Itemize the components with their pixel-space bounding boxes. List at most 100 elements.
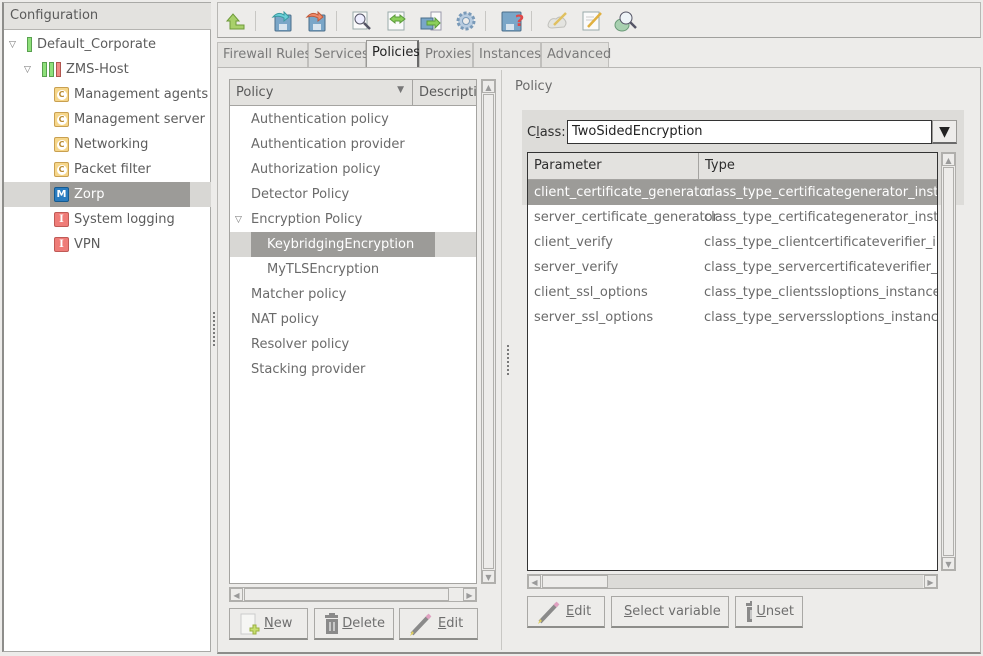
save-help-icon[interactable]: ? bbox=[500, 9, 524, 33]
toolbar-separator bbox=[531, 11, 532, 31]
class-combobox[interactable]: TwoSidedEncryption bbox=[567, 120, 932, 144]
policy-list-item[interactable]: ▽ Encryption Policy bbox=[230, 207, 476, 232]
expander-icon[interactable]: ▽ bbox=[24, 65, 34, 75]
parameter-row[interactable]: server_ssl_options class_type_serversslop… bbox=[528, 305, 937, 330]
parameter-name: server_verify bbox=[534, 260, 619, 275]
edit-policy-button[interactable]: Edit bbox=[399, 608, 478, 640]
tree-item[interactable]: C Packet filter bbox=[4, 157, 211, 182]
expander-icon[interactable]: ▽ bbox=[235, 215, 245, 225]
policy-tree-hscrollbar[interactable]: ◀ ▶ bbox=[229, 587, 477, 602]
transfer-icon[interactable] bbox=[419, 9, 443, 33]
component-m-icon: M bbox=[54, 187, 69, 202]
scroll-right-arrow-icon[interactable]: ▶ bbox=[463, 588, 476, 601]
policy-list-item[interactable]: Authorization policy bbox=[230, 157, 476, 182]
revert-icon[interactable] bbox=[304, 9, 328, 33]
unset-button[interactable]: Unset bbox=[735, 596, 803, 628]
policy-tree-vscrollbar[interactable]: ▲ ▼ bbox=[481, 79, 496, 584]
scroll-down-arrow-icon[interactable]: ▼ bbox=[482, 570, 495, 583]
tab-services[interactable]: Services bbox=[308, 42, 369, 67]
parameter-row[interactable]: server_certificate_generator class_type_c… bbox=[528, 205, 937, 230]
view-icon[interactable] bbox=[350, 9, 374, 33]
column-header-parameter[interactable]: Parameter bbox=[528, 153, 699, 180]
toolbar-separator bbox=[485, 11, 486, 31]
tree-item-label: System logging bbox=[74, 212, 175, 227]
parameter-table[interactable]: Parameter Type client_certificate_genera… bbox=[527, 152, 938, 571]
scroll-thumb[interactable] bbox=[483, 94, 494, 569]
column-header-description[interactable]: Descriptio bbox=[413, 80, 476, 106]
policy-list-item[interactable]: Stacking provider bbox=[230, 357, 476, 382]
policy-list-item[interactable]: KeybridgingEncryption bbox=[230, 232, 476, 257]
splitter-handle-right[interactable] bbox=[507, 345, 509, 375]
scroll-left-arrow-icon[interactable]: ◀ bbox=[230, 588, 243, 601]
scroll-thumb[interactable] bbox=[542, 575, 608, 588]
policy-list-item[interactable]: MyTLSEncryption bbox=[230, 257, 476, 282]
compare-icon[interactable] bbox=[385, 9, 409, 33]
scroll-trough[interactable] bbox=[608, 575, 923, 588]
upload-icon[interactable] bbox=[224, 9, 248, 33]
parameter-row[interactable]: server_verify class_type_servercertificat… bbox=[528, 255, 937, 280]
parameter-row[interactable]: client_ssl_options class_type_clientsslop… bbox=[528, 280, 937, 305]
delete-button[interactable]: Delete bbox=[314, 608, 394, 640]
edit-button-label: Edit bbox=[438, 616, 464, 631]
scroll-right-arrow-icon[interactable]: ▶ bbox=[924, 575, 937, 588]
tree-item[interactable]: M Zorp bbox=[4, 182, 211, 207]
scroll-thumb[interactable] bbox=[943, 167, 954, 556]
new-button[interactable]: New bbox=[229, 608, 308, 640]
tree-item[interactable]: ▽ Default_Corporate bbox=[4, 32, 211, 57]
tab-policies[interactable]: Policies bbox=[366, 40, 420, 68]
parameter-table-hscrollbar[interactable]: ◀ ▶ bbox=[527, 574, 938, 589]
pencil-icon bbox=[538, 601, 560, 624]
scroll-up-arrow-icon[interactable]: ▲ bbox=[942, 153, 955, 166]
policy-list-item[interactable]: Authentication provider bbox=[230, 132, 476, 157]
splitter-handle-left[interactable] bbox=[213, 312, 215, 346]
tree-item[interactable]: C Management agents bbox=[4, 82, 211, 107]
scroll-down-arrow-icon[interactable]: ▼ bbox=[942, 557, 955, 570]
tree-item[interactable]: C Management server bbox=[4, 107, 211, 132]
tree-item-label: Networking bbox=[74, 137, 149, 152]
parameter-name: client_ssl_options bbox=[534, 285, 648, 300]
column-header-type[interactable]: Type bbox=[699, 153, 937, 180]
parameter-row[interactable]: client_certificate_generator class_type_c… bbox=[528, 180, 937, 205]
tab-proxies[interactable]: Proxies bbox=[419, 42, 473, 67]
wizard-icon[interactable] bbox=[546, 9, 570, 33]
search-icon[interactable] bbox=[614, 9, 638, 33]
section-title: Policy bbox=[515, 79, 553, 94]
policy-list-item[interactable]: Matcher policy bbox=[230, 282, 476, 307]
scroll-up-arrow-icon[interactable]: ▲ bbox=[482, 80, 495, 93]
tab-firewall-rules[interactable]: Firewall Rules bbox=[217, 42, 311, 67]
scroll-left-arrow-icon[interactable]: ◀ bbox=[528, 575, 541, 588]
status-indicator-icon bbox=[56, 62, 61, 77]
tree-item[interactable]: ▽ ZMS-Host bbox=[4, 57, 211, 82]
policy-list-item[interactable]: Resolver policy bbox=[230, 332, 476, 357]
tree-item[interactable]: I VPN bbox=[4, 232, 211, 257]
scroll-thumb[interactable] bbox=[244, 588, 449, 601]
toolbar-separator bbox=[255, 11, 256, 31]
selection-highlight bbox=[50, 182, 190, 207]
policy-list-item[interactable]: Authentication policy bbox=[230, 107, 476, 132]
tab-advanced[interactable]: Advanced bbox=[541, 42, 611, 67]
policy-tree[interactable]: Policy ▼ Descriptio Authentication polic… bbox=[229, 79, 477, 584]
tree-item-label: ZMS-Host bbox=[66, 62, 129, 77]
tree-item[interactable]: C Networking bbox=[4, 132, 211, 157]
select-variable-button[interactable]: Select variable bbox=[611, 596, 729, 628]
policy-list-item[interactable]: NAT policy bbox=[230, 307, 476, 332]
dropdown-arrow-icon[interactable]: ▼ bbox=[932, 120, 957, 144]
expander-icon[interactable]: ▽ bbox=[9, 40, 19, 50]
edit-document-icon[interactable] bbox=[580, 9, 604, 33]
column-header-policy[interactable]: Policy ▼ bbox=[230, 80, 413, 106]
tree-item[interactable]: I System logging bbox=[4, 207, 211, 232]
configuration-tree[interactable]: Configuration ▽ Default_Corporate ▽ ZMS-Hos… bbox=[2, 2, 211, 652]
component-c-icon: C bbox=[54, 162, 69, 177]
edit-parameter-button[interactable]: Edit bbox=[527, 596, 605, 628]
parameter-table-vscrollbar[interactable]: ▲ ▼ bbox=[941, 152, 956, 571]
tree-item-label: Management agents bbox=[74, 87, 209, 102]
edit-button-label: Edit bbox=[566, 604, 592, 619]
settings-icon[interactable] bbox=[454, 9, 478, 33]
parameter-row[interactable]: client_verify class_type_clientcertificat… bbox=[528, 230, 937, 255]
tab-instances[interactable]: Instances bbox=[473, 42, 541, 67]
configuration-header[interactable]: Configuration bbox=[4, 3, 211, 30]
commit-icon[interactable] bbox=[270, 9, 294, 33]
policy-list-item[interactable]: Detector Policy bbox=[230, 182, 476, 207]
policy-list-item-label: Resolver policy bbox=[251, 337, 350, 352]
unset-button-label: Unset bbox=[756, 604, 794, 619]
